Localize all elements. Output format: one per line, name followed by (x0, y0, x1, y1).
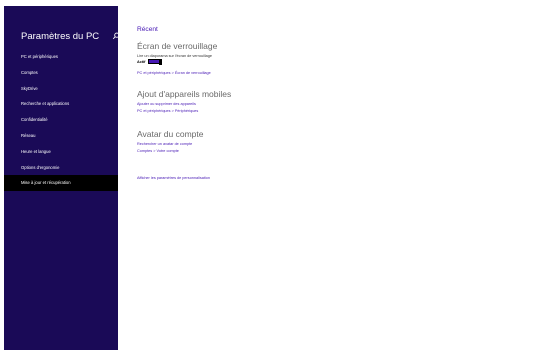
your-account-link[interactable]: Comptes > Votre compte (137, 149, 179, 153)
search-icon-glyph (112, 32, 120, 40)
lock-screen-link[interactable]: PC et périphériques > Écran de verrouill… (137, 71, 211, 75)
sidebar-item-update-recovery[interactable]: Mise à jour et récupération (4, 175, 118, 192)
lock-screen-title: Écran de verrouillage (137, 41, 218, 51)
add-remove-devices-link[interactable]: Ajouter ou supprimer des appareils (137, 102, 196, 106)
recent-heading: Récent (137, 26, 158, 33)
sidebar-nav: PC et périphériques Comptes SkyDrive Rec… (4, 49, 118, 192)
account-avatar-title: Avatar du compte (137, 129, 204, 139)
slideshow-toggle-thumb (158, 59, 162, 65)
browse-avatar-link[interactable]: Rechercher un avatar de compte (137, 142, 192, 146)
sidebar-item-ease-of-access[interactable]: Options d'ergonomie (4, 160, 118, 176)
sidebar: Paramètres du PC PC et périphériques Com… (4, 6, 120, 350)
sidebar-item-pc-devices[interactable]: PC et périphériques (4, 49, 118, 65)
slideshow-toggle-state: Actif (137, 60, 146, 64)
sidebar-item-network[interactable]: Réseau (4, 128, 118, 144)
sidebar-title: Paramètres du PC (21, 31, 100, 42)
search-icon[interactable] (112, 32, 120, 40)
lock-screen-slideshow-description: Lire un diaporama sur l'écran de verroui… (137, 54, 213, 58)
devices-breadcrumb-link[interactable]: PC et périphériques > Périphériques (137, 109, 198, 113)
personalization-settings-link[interactable]: Afficher les paramètres de personnalisat… (137, 176, 210, 180)
sidebar-item-time-language[interactable]: Heure et langue (4, 144, 118, 160)
sidebar-item-privacy[interactable]: Confidentialité (4, 112, 118, 128)
sidebar-item-accounts[interactable]: Comptes (4, 65, 118, 81)
sidebar-item-skydrive[interactable]: SkyDrive (4, 81, 118, 97)
main-content: Récent Écran de verrouillage Lire un dia… (137, 0, 552, 350)
devices-title: Ajout d'appareils mobiles (137, 89, 232, 99)
sidebar-item-search-apps[interactable]: Recherche et applications (4, 96, 118, 112)
slideshow-toggle[interactable] (148, 59, 162, 65)
